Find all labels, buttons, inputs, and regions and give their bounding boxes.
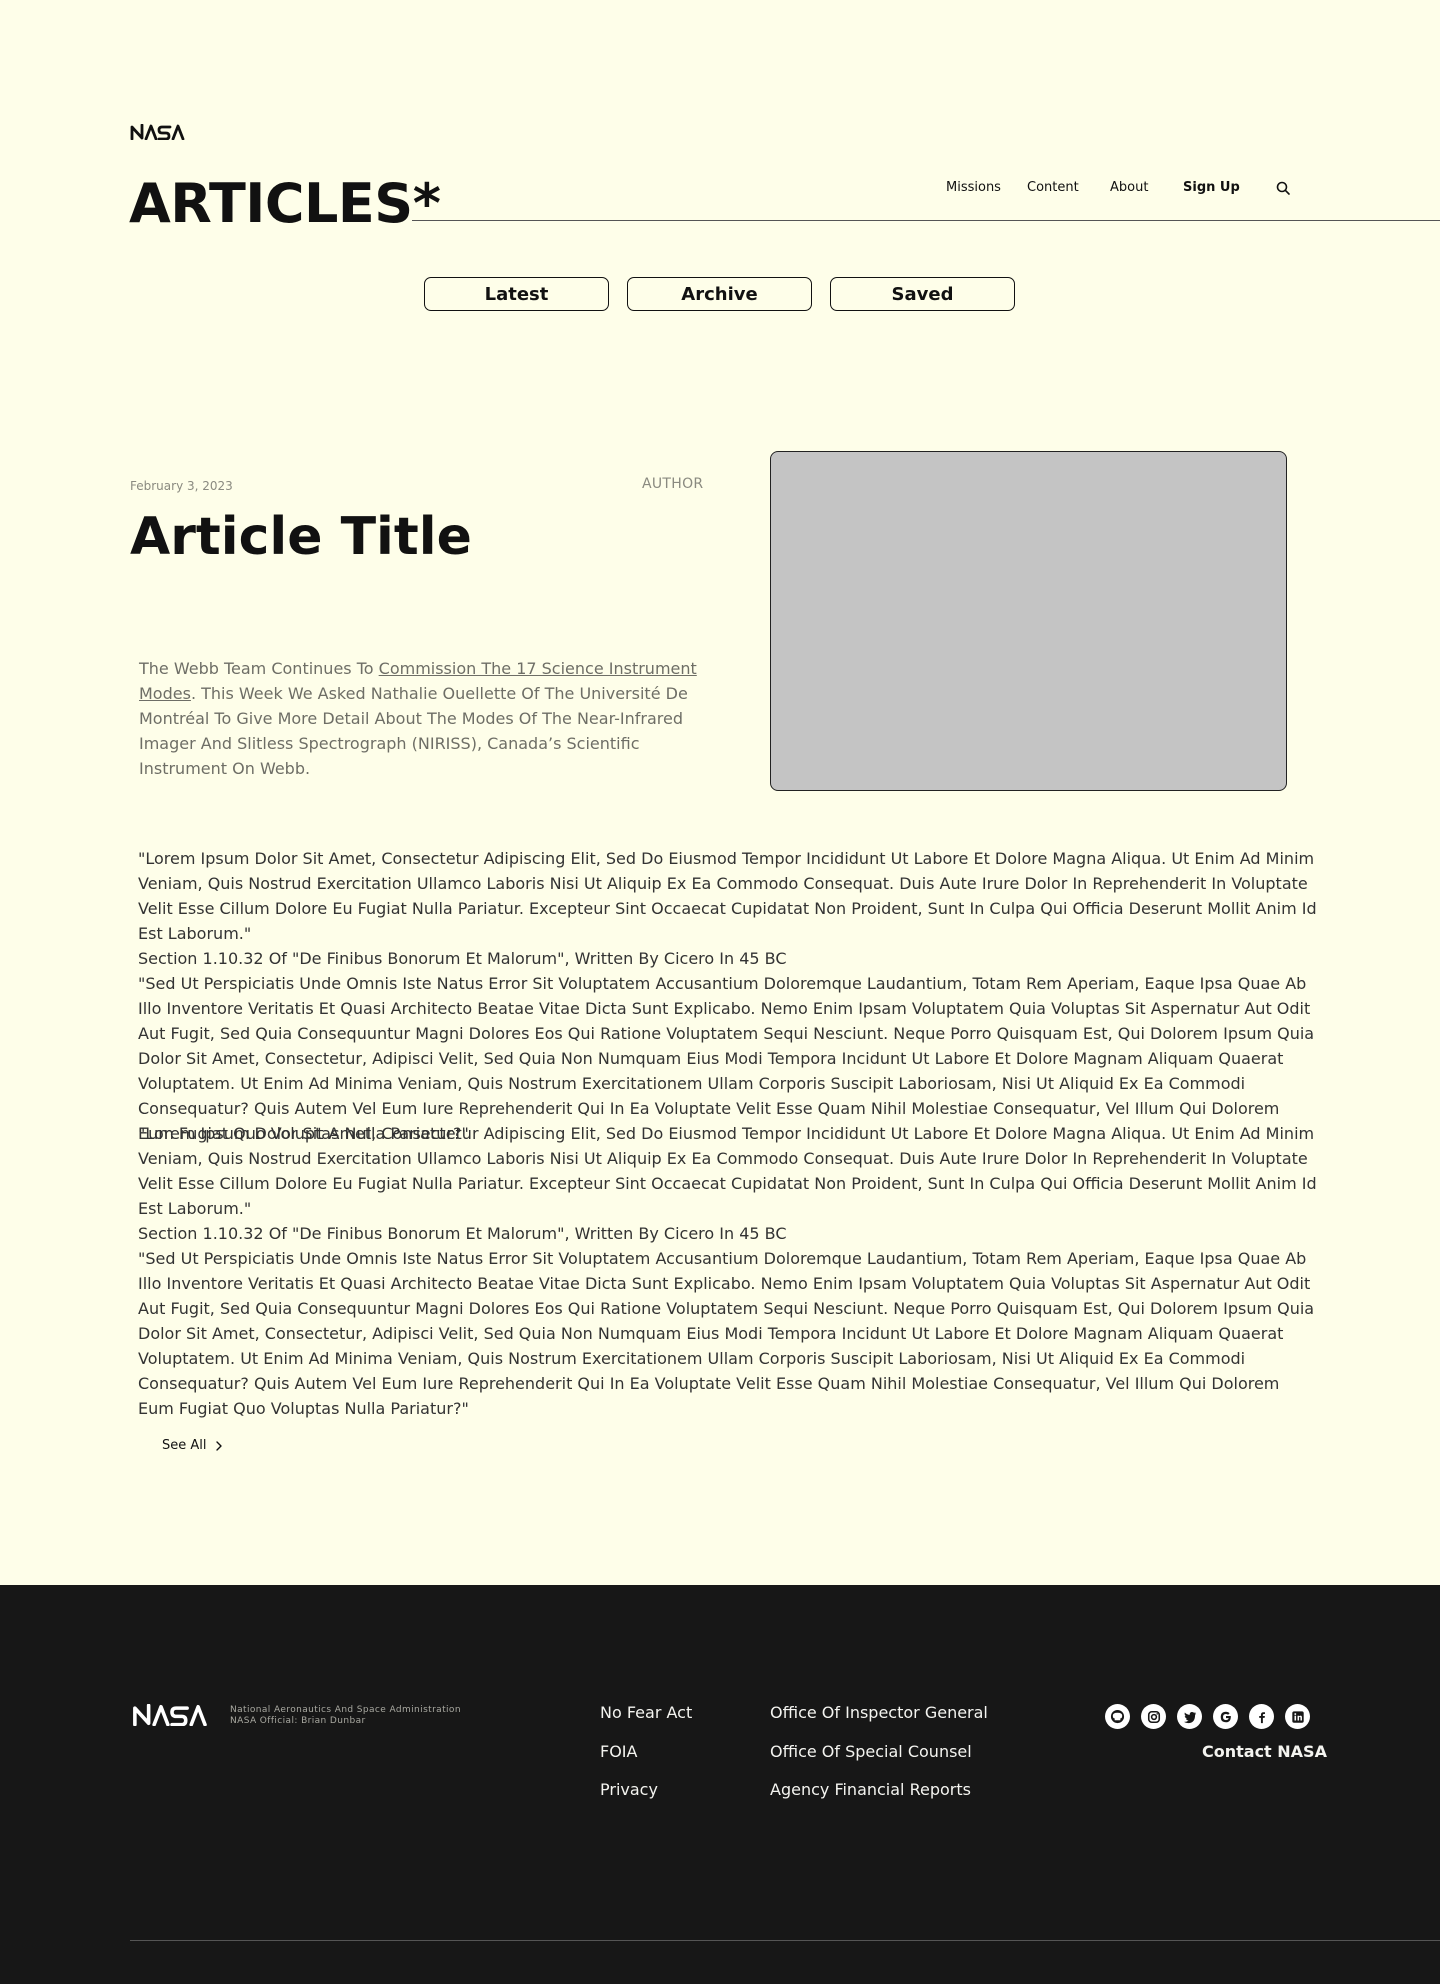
body-section-line: Section 1.10.32 Of "De Finibus Bonorum E… (138, 949, 787, 968)
article-author: AUTHOR (642, 476, 704, 492)
body-paragraph: "Lorem Ipsum Dolor Sit Amet, Consectetur… (138, 849, 1317, 943)
twitter-icon[interactable] (1177, 1704, 1202, 1729)
article-body-block: "Lorem Ipsum Dolor Sit Amet, Consectetur… (138, 1121, 1318, 1421)
footer-official: NASA Official: Brian Dunbar (230, 1716, 366, 1726)
nav-sign-up[interactable]: Sign Up (1183, 180, 1240, 196)
chevron-right-icon (215, 1440, 222, 1451)
github-icon[interactable] (1105, 1704, 1130, 1729)
search-icon[interactable] (1275, 180, 1291, 196)
nav-missions[interactable]: Missions (946, 180, 1001, 196)
article-body-block: "Lorem Ipsum Dolor Sit Amet, Consectetur… (138, 846, 1318, 1146)
article-intro: The Webb Team Continues To Commission Th… (139, 656, 699, 781)
footer-link-privacy[interactable]: Privacy (600, 1780, 658, 1800)
tab-saved[interactable]: Saved (830, 277, 1015, 311)
footer (0, 1585, 1440, 1984)
contact-nasa-link[interactable]: Contact NASA (1202, 1742, 1327, 1761)
footer-link-no-fear-act[interactable]: No Fear Act (600, 1703, 692, 1723)
article-title: Article Title (130, 507, 472, 567)
footer-link-financial-reports[interactable]: Agency Financial Reports (770, 1780, 971, 1800)
intro-text-after: . This Week We Asked Nathalie Ouellette … (139, 684, 688, 778)
body-paragraph: "Lorem Ipsum Dolor Sit Amet, Consectetur… (138, 1124, 1317, 1218)
google-icon[interactable] (1213, 1704, 1238, 1729)
body-section-line: Section 1.10.32 Of "De Finibus Bonorum E… (138, 1224, 787, 1243)
nav-about[interactable]: About (1110, 180, 1148, 196)
body-paragraph: "Sed Ut Perspiciatis Unde Omnis Iste Nat… (138, 1249, 1315, 1418)
intro-text-before: The Webb Team Continues To (139, 659, 379, 678)
see-all-link[interactable]: See All (162, 1438, 223, 1453)
body-paragraph: "Sed Ut Perspiciatis Unde Omnis Iste Nat… (138, 974, 1315, 1143)
article-image-placeholder (770, 451, 1287, 791)
tab-latest[interactable]: Latest (424, 277, 609, 311)
tab-archive[interactable]: Archive (627, 277, 812, 311)
instagram-icon[interactable] (1141, 1704, 1166, 1729)
nasa-logo[interactable] (130, 124, 188, 140)
footer-link-foia[interactable]: FOIA (600, 1742, 637, 1762)
footer-tagline: National Aeronautics And Space Administr… (230, 1705, 461, 1715)
nasa-footer-logo[interactable] (130, 1704, 214, 1726)
page-title: ARTICLES* (129, 172, 441, 235)
footer-link-special-counsel[interactable]: Office Of Special Counsel (770, 1742, 972, 1762)
nav-content[interactable]: Content (1027, 180, 1079, 196)
footer-link-inspector-general[interactable]: Office Of Inspector General (770, 1703, 988, 1723)
footer-divider (130, 1940, 1440, 1941)
linkedin-icon[interactable] (1285, 1704, 1310, 1729)
article-date: February 3, 2023 (130, 479, 233, 493)
see-all-label: See All (162, 1438, 207, 1453)
header-divider (412, 220, 1440, 221)
facebook-icon[interactable] (1249, 1704, 1274, 1729)
